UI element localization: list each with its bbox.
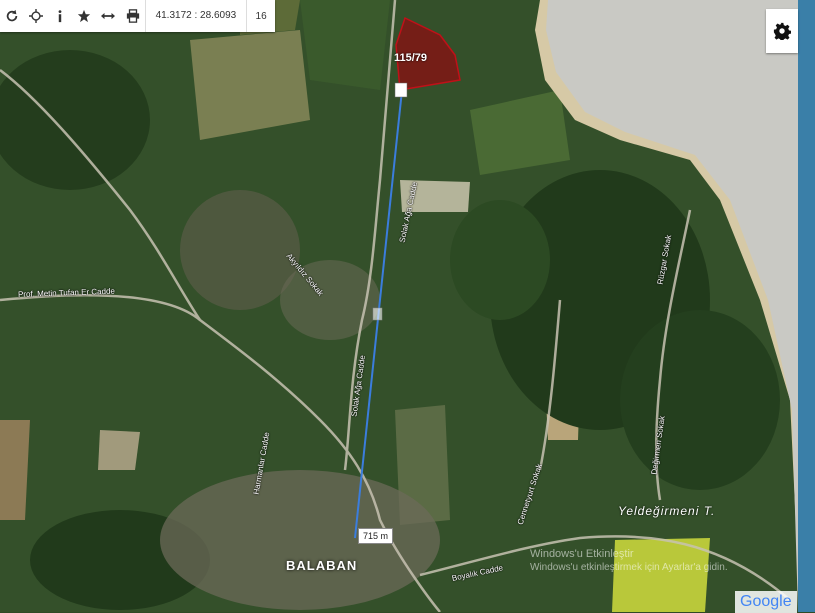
village-label: BALABAN [286, 558, 358, 573]
gear-icon [773, 22, 791, 40]
distance-label: 715 m [358, 528, 394, 544]
parcel-label: 115/79 [394, 52, 428, 64]
zoom-level: 16 [255, 10, 267, 22]
refresh-icon[interactable] [0, 0, 24, 32]
coordinates-readout: 41.3172 : 28.6093 [144, 0, 248, 32]
google-logo: Google [735, 591, 797, 613]
locality-label: Yeldeğirmeni T. [618, 504, 716, 518]
info-icon[interactable] [48, 0, 72, 32]
watermark-line1: Windows'u Etkinleştir [530, 548, 634, 560]
watermark-line2: Windows'u etkinleştirmek için Ayarlar'a … [530, 562, 728, 573]
star-icon[interactable] [72, 0, 96, 32]
print-icon[interactable] [120, 0, 144, 32]
map-toolbar: 41.3172 : 28.6093 16 [0, 0, 275, 32]
locate-icon[interactable] [24, 0, 48, 32]
satellite-map[interactable] [0, 0, 815, 612]
settings-button[interactable] [766, 9, 798, 53]
measure-icon[interactable] [96, 0, 120, 32]
